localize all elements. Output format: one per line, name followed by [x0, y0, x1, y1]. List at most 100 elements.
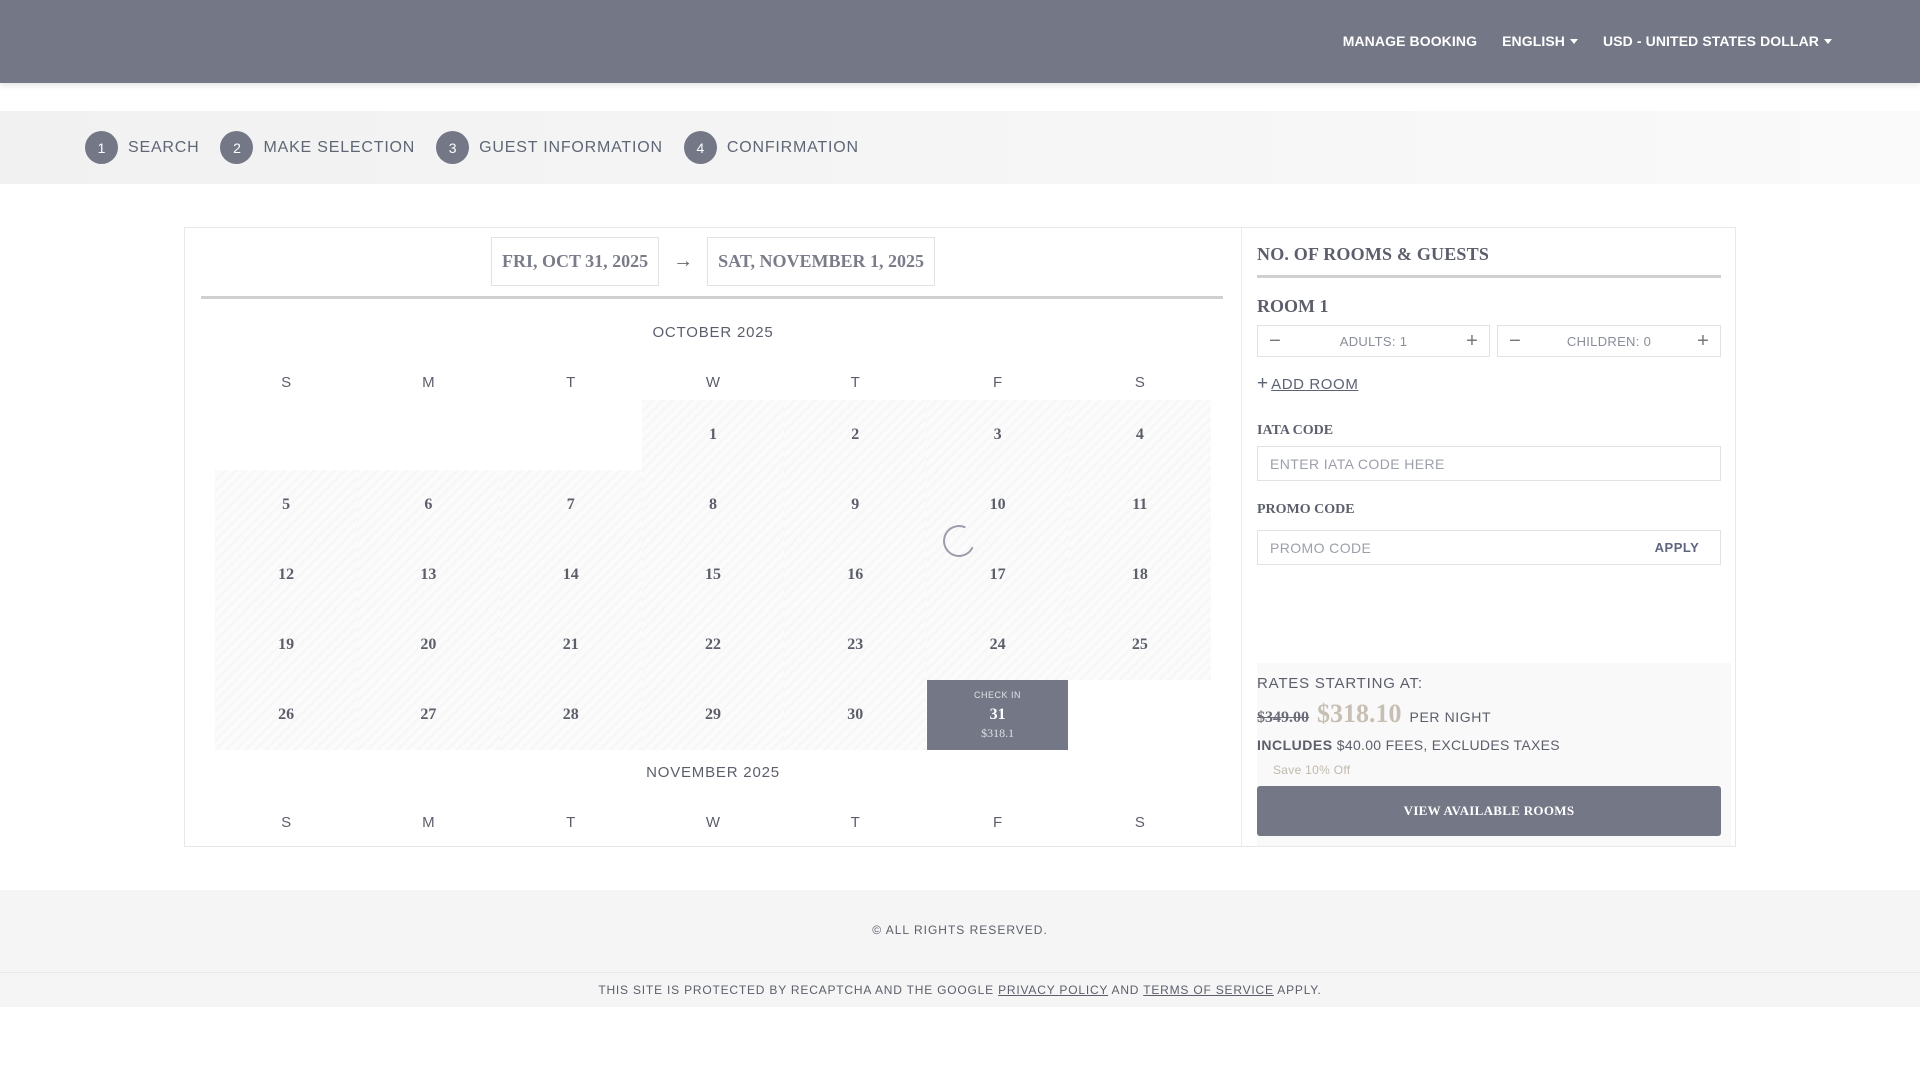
manage-booking-link[interactable]: MANAGE BOOKING: [1343, 33, 1477, 49]
calendar-day[interactable]: 14: [499, 540, 642, 610]
weekday-label: M: [422, 374, 435, 391]
calendar-day[interactable]: 18: [1068, 540, 1211, 610]
minus-icon[interactable]: −: [1498, 326, 1532, 356]
adults-count: ADULTS: 1: [1339, 333, 1408, 349]
add-room-button[interactable]: + ADD ROOM: [1257, 373, 1358, 395]
calendar-day[interactable]: 26: [215, 680, 358, 750]
weekday-header-november: S M T W T F S: [215, 814, 1211, 831]
save-badge: Save 10% Off: [1273, 763, 1351, 777]
per-night-label: PER NIGHT: [1409, 709, 1492, 725]
weekday-label: M: [422, 814, 435, 831]
calendar-day[interactable]: 15: [641, 540, 785, 610]
rates-title: RATES STARTING AT:: [1257, 675, 1423, 692]
calendar-day[interactable]: 8: [641, 470, 785, 540]
calendar-day[interactable]: 23: [784, 610, 927, 680]
rates-summary: RATES STARTING AT: $349.00 $318.10 PER N…: [1257, 663, 1731, 846]
checkout-date-box[interactable]: SAT, NOVEMBER 1, 2025: [707, 237, 936, 286]
weekday-label: S: [1134, 814, 1145, 831]
booking-card: FRI, OCT 31, 2025 → SAT, NOVEMBER 1, 202…: [184, 227, 1736, 847]
plus-icon: +: [1257, 373, 1269, 394]
booking-progress-bar: 1 SEARCH 2 MAKE SELECTION 3 GUEST INFORM…: [0, 111, 1920, 184]
calendar-day-checkin[interactable]: CHECK IN 31 $318.1: [927, 680, 1068, 750]
calendar-empty-cell: [500, 400, 642, 470]
adults-stepper: − ADULTS: 1 +: [1257, 325, 1490, 357]
plus-icon[interactable]: +: [1455, 326, 1489, 356]
calendar-day[interactable]: 5: [215, 470, 358, 540]
weekday-label: F: [992, 814, 1003, 831]
currency-dropdown[interactable]: USD - UNITED STATES DOLLAR: [1603, 33, 1832, 49]
copyright-text: © ALL RIGHTS RESERVED.: [872, 923, 1048, 937]
top-navigation-bar: MANAGE BOOKING ENGLISH USD - UNITED STAT…: [0, 0, 1920, 83]
weekday-label: S: [1134, 374, 1145, 391]
calendar-day[interactable]: 20: [357, 610, 500, 680]
step-number: 2: [220, 131, 254, 164]
discounted-price: $318.10: [1317, 699, 1402, 728]
view-available-rooms-button[interactable]: VIEW AVAILABLE ROOMS: [1257, 786, 1721, 836]
checkin-day-number: 31: [989, 705, 1006, 723]
month-title-november: NOVEMBER 2025: [646, 764, 780, 781]
calendar-day[interactable]: 28: [499, 680, 642, 750]
calendar-day[interactable]: 24: [926, 610, 1069, 680]
step-guest-information[interactable]: 3 GUEST INFORMATION: [436, 131, 663, 164]
checkin-day-price: $318.1: [981, 725, 1015, 740]
calendar-empty-cell: [215, 400, 357, 470]
privacy-policy-link[interactable]: PRIVACY POLICY: [998, 983, 1108, 997]
rooms-guests-divider: [1257, 275, 1721, 278]
calendar-day[interactable]: 19: [215, 610, 358, 680]
language-label: ENGLISH: [1502, 33, 1566, 49]
calendar-day[interactable]: 4: [1068, 400, 1211, 470]
language-dropdown[interactable]: ENGLISH: [1502, 33, 1579, 49]
calendar-day[interactable]: 30: [784, 680, 927, 750]
terms-of-service-link[interactable]: TERMS OF SERVICE: [1143, 983, 1274, 997]
calendar-day[interactable]: 6: [357, 470, 500, 540]
calendar-day[interactable]: 21: [499, 610, 642, 680]
calendar-empty-cell: [357, 400, 499, 470]
weekday-label: F: [992, 374, 1003, 391]
date-range-selector: FRI, OCT 31, 2025 → SAT, NOVEMBER 1, 202…: [185, 237, 1241, 286]
iata-code-input[interactable]: [1257, 446, 1721, 481]
caret-down-icon: [1824, 38, 1832, 44]
calendar-pane: FRI, OCT 31, 2025 → SAT, NOVEMBER 1, 202…: [185, 228, 1241, 846]
plus-icon[interactable]: +: [1686, 326, 1720, 356]
iata-code-label: IATA CODE: [1257, 423, 1334, 438]
calendar-day[interactable]: 27: [357, 680, 500, 750]
fees-line: INCLUDES $40.00 FEES, EXCLUDES TAXES: [1257, 737, 1560, 753]
fees-text: $40.00 FEES, EXCLUDES TAXES: [1336, 737, 1560, 753]
calendar-day[interactable]: 7: [499, 470, 642, 540]
calendar-day[interactable]: 29: [641, 680, 785, 750]
minus-icon[interactable]: −: [1258, 326, 1292, 356]
arrow-right-icon: →: [673, 250, 694, 272]
step-confirmation[interactable]: 4 CONFIRMATION: [683, 131, 859, 164]
calendar-day[interactable]: 2: [784, 400, 927, 470]
calendar-day[interactable]: 11: [1068, 470, 1211, 540]
footer: © ALL RIGHTS RESERVED.: [0, 890, 1920, 972]
promo-code-label: PROMO CODE: [1257, 502, 1355, 517]
calendar-day[interactable]: 16: [784, 540, 927, 610]
recaptcha-and: AND: [1111, 983, 1140, 997]
rooms-guests-title: NO. OF ROOMS & GUESTS: [1257, 244, 1490, 264]
calendar-day[interactable]: 3: [926, 400, 1069, 470]
calendar-day[interactable]: 1: [641, 400, 785, 470]
calendar-day[interactable]: 22: [641, 610, 785, 680]
includes-label: INCLUDES: [1257, 737, 1333, 753]
step-label: SEARCH: [128, 138, 200, 156]
step-label: CONFIRMATION: [726, 138, 859, 156]
step-make-selection[interactable]: 2 MAKE SELECTION: [220, 131, 415, 164]
top-nav-links: MANAGE BOOKING ENGLISH USD - UNITED STAT…: [1343, 33, 1832, 49]
step-number: 4: [683, 131, 717, 164]
step-search[interactable]: 1 SEARCH: [85, 131, 199, 164]
checkin-label: CHECK IN: [974, 689, 1022, 700]
month-title-october: OCTOBER 2025: [652, 324, 774, 341]
calendar-day[interactable]: 9: [784, 470, 927, 540]
original-price: $349.00: [1257, 709, 1309, 726]
calendar-day[interactable]: 13: [357, 540, 500, 610]
calendar-empty-cell: [1069, 680, 1211, 750]
recaptcha-text: THIS SITE IS PROTECTED BY RECAPTCHA AND …: [598, 983, 994, 997]
room-title: ROOM 1: [1257, 296, 1329, 316]
checkin-date-box[interactable]: FRI, OCT 31, 2025: [490, 237, 660, 286]
calendar-day[interactable]: 25: [1068, 610, 1211, 680]
currency-label: USD - UNITED STATES DOLLAR: [1603, 33, 1819, 49]
weekday-label: T: [850, 814, 860, 831]
apply-promo-button[interactable]: APPLY: [1642, 531, 1712, 564]
calendar-day[interactable]: 12: [215, 540, 358, 610]
